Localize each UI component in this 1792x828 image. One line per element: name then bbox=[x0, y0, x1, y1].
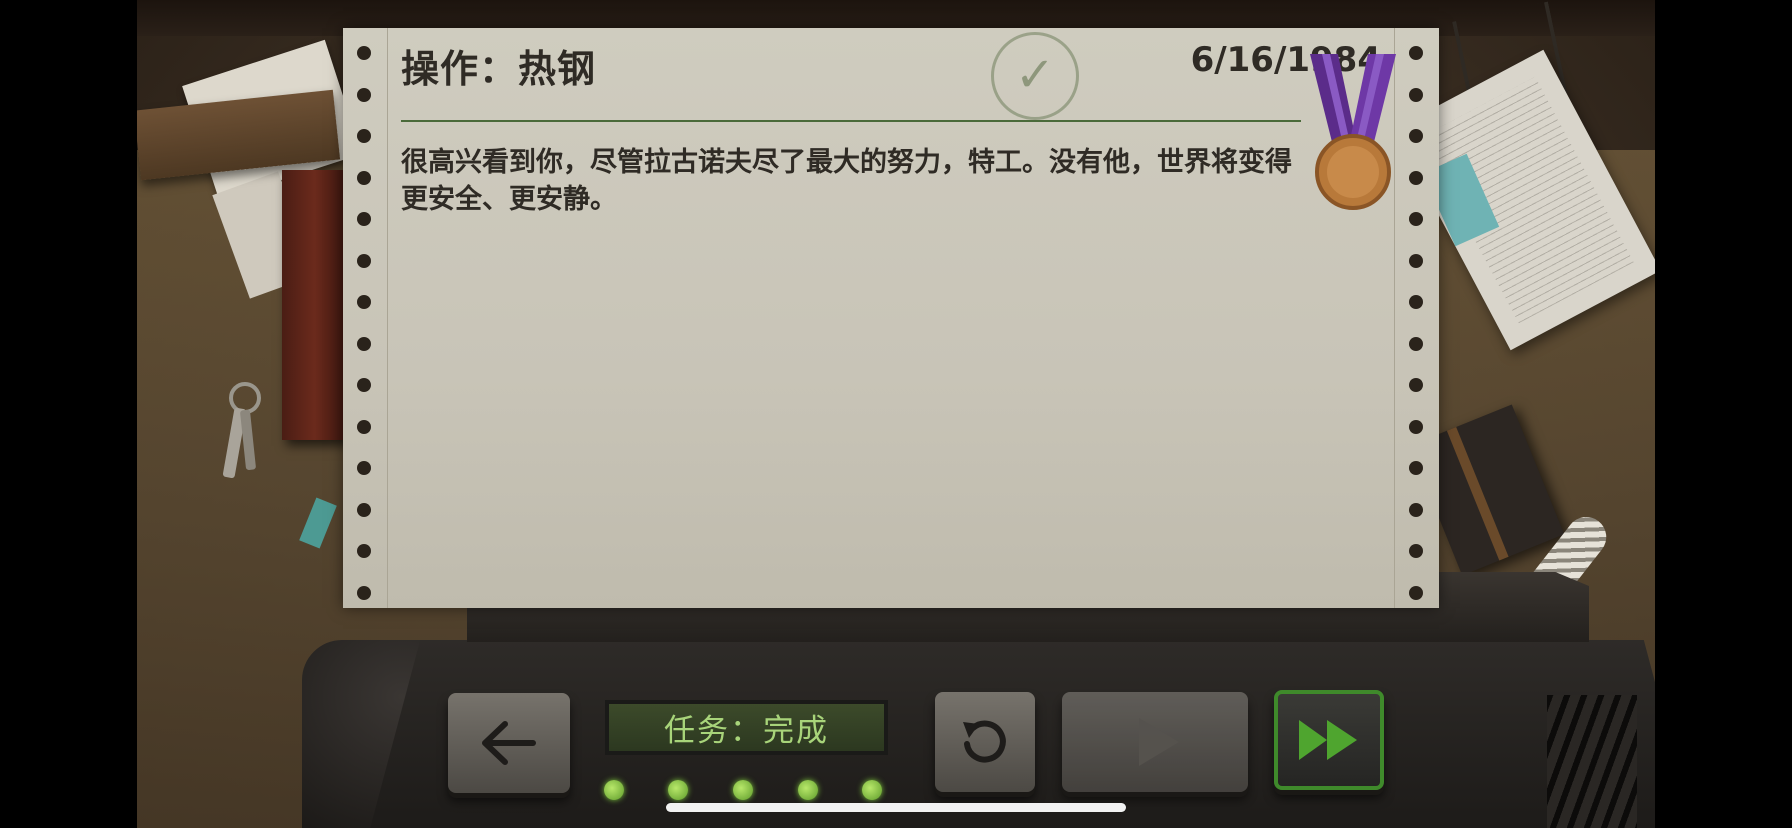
feed-hole bbox=[357, 253, 371, 268]
feed-hole bbox=[357, 46, 371, 60]
keys-icon bbox=[222, 382, 261, 478]
feed-hole bbox=[1409, 253, 1423, 268]
progress-led bbox=[862, 780, 882, 800]
feed-hole bbox=[357, 378, 371, 392]
fast-forward-icon bbox=[1299, 720, 1357, 760]
feed-hole bbox=[1409, 170, 1423, 185]
operation-title: 操作：热钢 bbox=[401, 47, 597, 91]
feed-hole bbox=[357, 419, 371, 434]
feed-hole bbox=[357, 129, 371, 143]
mission-status-text: 任务：完成 bbox=[664, 713, 829, 749]
home-indicator[interactable] bbox=[666, 803, 1126, 812]
feed-hole bbox=[1409, 419, 1423, 434]
feed-hole bbox=[357, 585, 371, 600]
feed-hole bbox=[357, 544, 371, 558]
mission-status-display: 任务：完成 bbox=[605, 700, 888, 755]
feed-hole bbox=[1409, 461, 1423, 475]
bronze-medal-icon bbox=[1310, 54, 1396, 210]
back-button[interactable] bbox=[448, 693, 570, 793]
feed-hole bbox=[1409, 46, 1423, 60]
feed-hole bbox=[357, 212, 371, 226]
fast-forward-button[interactable] bbox=[1274, 690, 1384, 790]
progress-led bbox=[798, 780, 818, 800]
checkmark-stamp-icon: ✓ bbox=[991, 32, 1079, 120]
feed-hole bbox=[357, 87, 371, 102]
briefing-printout: 操作：热钢 ✓ 6/16/1984 很高兴看到你，尽管拉古诺夫尽了最大的努力，特… bbox=[343, 28, 1439, 608]
feed-hole bbox=[1409, 585, 1423, 600]
restart-icon bbox=[963, 720, 1006, 763]
play-icon bbox=[1139, 718, 1179, 766]
console-vent bbox=[1547, 695, 1637, 828]
feed-hole bbox=[1409, 544, 1423, 558]
red-book bbox=[282, 170, 347, 440]
feed-hole bbox=[357, 170, 371, 185]
feed-hole bbox=[357, 336, 371, 351]
feed-hole bbox=[1409, 378, 1423, 392]
progress-leds bbox=[604, 780, 894, 802]
feed-holes-left bbox=[343, 28, 388, 608]
title-divider bbox=[401, 120, 1301, 122]
feed-hole bbox=[357, 461, 371, 475]
feed-hole bbox=[1409, 295, 1423, 309]
feed-hole bbox=[1409, 87, 1423, 102]
feed-hole bbox=[1409, 129, 1423, 143]
feed-hole bbox=[1409, 502, 1423, 517]
progress-led bbox=[733, 780, 753, 800]
feed-hole bbox=[357, 295, 371, 309]
briefing-message: 很高兴看到你，尽管拉古诺夫尽了最大的努力，特工。没有他，世界将变得更安全、更安静… bbox=[401, 147, 1292, 215]
feed-hole bbox=[357, 502, 371, 517]
feed-hole bbox=[1409, 212, 1423, 226]
progress-led bbox=[668, 780, 688, 800]
arrow-left-icon bbox=[482, 721, 536, 765]
restart-button[interactable] bbox=[935, 692, 1035, 792]
feed-holes-right bbox=[1394, 28, 1439, 608]
feed-hole bbox=[1409, 336, 1423, 351]
play-button[interactable] bbox=[1062, 692, 1248, 792]
progress-led bbox=[604, 780, 624, 800]
